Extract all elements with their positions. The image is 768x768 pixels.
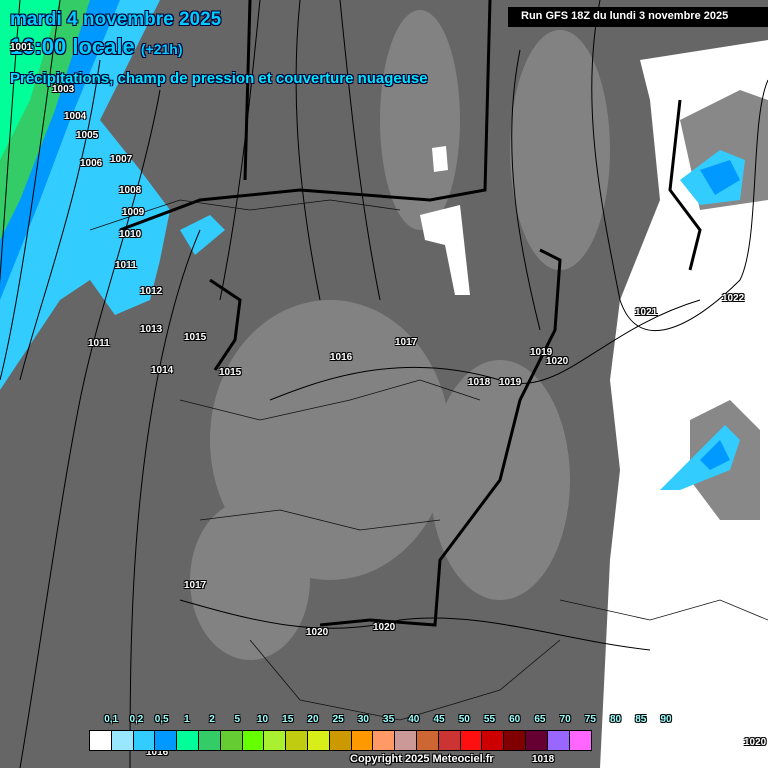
- isobar-label: 1015: [219, 367, 242, 378]
- legend-swatch: [198, 731, 221, 750]
- isobar-label: 1013: [140, 324, 163, 335]
- isobar-label: 1020: [546, 356, 569, 367]
- legend-label: 45: [433, 714, 445, 725]
- legend-swatch: [460, 731, 483, 750]
- legend-label: 80: [610, 714, 622, 725]
- legend-label: 75: [584, 714, 596, 725]
- legend-label: 30: [357, 714, 369, 725]
- isobar-label: 1014: [151, 365, 174, 376]
- isobar-label: 1003: [52, 84, 75, 95]
- isobar-label: 1010: [119, 229, 142, 240]
- legend-swatch: [416, 731, 439, 750]
- legend-swatch: [286, 731, 308, 750]
- legend-swatch: [242, 731, 265, 750]
- isobar-label: 1020: [744, 737, 767, 748]
- legend-label: 65: [534, 714, 546, 725]
- legend-label: 1: [184, 714, 190, 725]
- copyright: Copyright 2025 Meteociel.fr: [350, 753, 494, 765]
- legend-swatch: [111, 731, 134, 750]
- legend-label: 0,5: [154, 714, 169, 725]
- isobar-label: 1018: [468, 377, 491, 388]
- legend-swatch: [90, 731, 112, 750]
- isobar-label: 1017: [395, 337, 418, 348]
- legend-swatch: [155, 731, 178, 750]
- legend-swatch: [482, 731, 505, 750]
- legend-swatch: [177, 731, 199, 750]
- isobar-label: 1006: [80, 158, 103, 169]
- legend-label: 85: [635, 714, 647, 725]
- isobar-label: 1018: [532, 754, 555, 765]
- isobar-label: 1012: [140, 286, 163, 297]
- legend-swatch: [438, 731, 461, 750]
- model-run-label: Run GFS 18Z du lundi 3 novembre 2025: [508, 7, 768, 27]
- legend-label: 35: [383, 714, 395, 725]
- isobar-label: 1022: [722, 293, 745, 304]
- legend-label: 55: [483, 714, 496, 725]
- isobar-label: 1016: [330, 352, 353, 363]
- legend-label: 15: [282, 714, 294, 725]
- isobar-label: 1001: [10, 42, 33, 53]
- isobar-label: 1009: [122, 207, 145, 218]
- legend-swatch: [220, 731, 243, 750]
- legend-labels: 0,1 0,2 0,5 1 2 5 10 15 20 25 30 35 40 45 50 55 60 65 70 75…: [89, 714, 672, 728]
- legend-swatch: [133, 731, 156, 750]
- legend-label: 5: [234, 714, 241, 725]
- forecast-time: 16:00 locale (+21h): [10, 34, 183, 60]
- legend-swatch: [504, 731, 526, 750]
- legend-label: 0,2: [129, 714, 144, 725]
- legend-label: 0,1: [104, 714, 119, 725]
- legend-label: 60: [509, 714, 521, 725]
- isobar-label: 1005: [76, 130, 99, 141]
- legend-swatch: [307, 731, 330, 750]
- isobar-label: 1019: [499, 377, 522, 388]
- legend-label: 2: [209, 714, 215, 725]
- isobar-label: 1008: [119, 185, 142, 196]
- legend-label: 25: [332, 714, 344, 725]
- legend-label: 20: [307, 714, 319, 725]
- legend-swatch: [395, 731, 417, 750]
- isobar-label: 1011: [115, 260, 137, 271]
- legend-swatch: [351, 731, 374, 750]
- forecast-date: mardi 4 novembre 2025: [10, 9, 222, 30]
- legend-label: 90: [660, 714, 672, 725]
- legend-swatch: [547, 731, 570, 750]
- legend-label: 70: [559, 714, 571, 725]
- legend-swatch: [373, 731, 396, 750]
- isobar-label: 1015: [184, 332, 207, 343]
- isobar-label: 1020: [306, 627, 329, 638]
- legend-swatch: [569, 731, 592, 750]
- legend-swatch: [329, 731, 352, 750]
- precipitation-legend: [89, 730, 593, 751]
- isobar-label: 1017: [184, 580, 207, 591]
- weather-map: [0, 0, 768, 768]
- legend-label: 10: [256, 714, 269, 725]
- isobar-label: 1021: [635, 307, 658, 318]
- legend-swatch: [525, 731, 548, 750]
- forecast-offset: (+21h): [140, 41, 183, 57]
- isobar-label: 1020: [373, 622, 396, 633]
- isobar-label: 1004: [64, 111, 87, 122]
- isobar-label: 1007: [110, 154, 133, 165]
- legend-swatch: [264, 731, 287, 750]
- legend-label: 50: [458, 714, 470, 725]
- legend-label: 40: [408, 714, 420, 725]
- isobar-label: 1011: [88, 338, 110, 349]
